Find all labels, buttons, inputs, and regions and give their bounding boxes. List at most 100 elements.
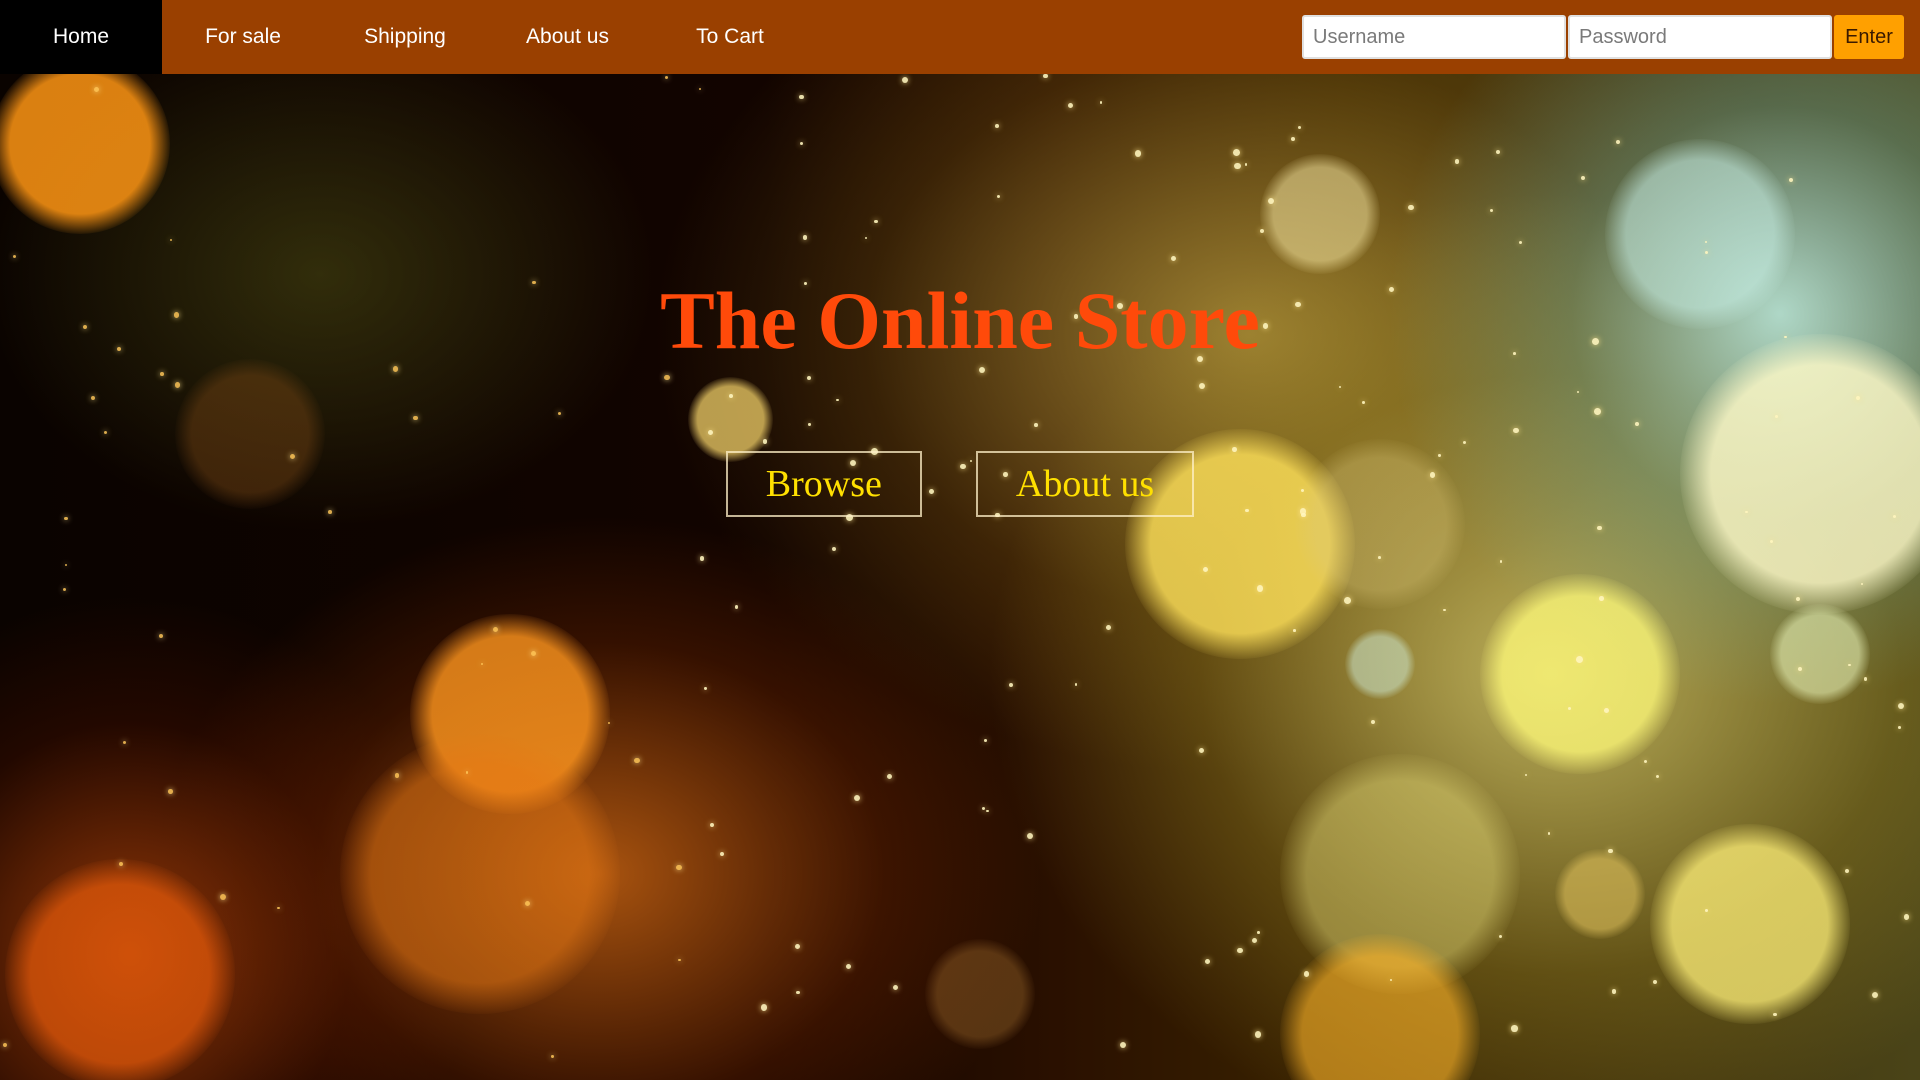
bokeh-sparkle [12, 254, 16, 259]
bokeh-sparkle [1043, 74, 1048, 79]
bokeh-sparkle [1244, 163, 1248, 166]
bokeh-sparkle [1511, 1025, 1518, 1032]
bokeh-sparkle [836, 398, 839, 402]
bokeh-sparkle [802, 235, 808, 240]
bokeh-sparkle [1361, 401, 1365, 404]
bokeh-sparkle [1252, 937, 1257, 943]
bokeh-sparkle [1389, 978, 1392, 981]
bokeh-sparkle [1789, 177, 1794, 182]
bokeh-sparkle [800, 141, 804, 145]
bokeh-sparkle [63, 588, 67, 592]
bokeh-sparkle [996, 194, 1001, 199]
bokeh-sparkle [277, 906, 280, 909]
bokeh-sparkle [806, 376, 811, 381]
page-title: The Online Store [660, 275, 1260, 366]
bokeh-sparkle [874, 219, 878, 224]
bokeh-bubble [1345, 629, 1415, 699]
bokeh-sparkle [1844, 868, 1849, 873]
bokeh-sparkle [466, 771, 469, 774]
nav-item-about-us[interactable]: About us [486, 0, 649, 74]
nav-item-for-sale[interactable]: For sale [162, 0, 324, 74]
bokeh-sparkle [1009, 683, 1014, 688]
nav-links: Home For sale Shipping About us To Cart [0, 0, 811, 74]
bokeh-sparkle [1034, 423, 1038, 427]
bokeh-sparkle [1643, 760, 1647, 764]
bokeh-sparkle [1256, 585, 1264, 592]
bokeh-sparkle [981, 806, 986, 811]
bokeh-sparkle [853, 795, 861, 802]
enter-button[interactable]: Enter [1834, 15, 1904, 59]
bokeh-sparkle [1524, 774, 1527, 777]
bokeh-sparkle [2, 1042, 8, 1048]
bokeh-sparkle [1134, 150, 1142, 157]
bokeh-sparkle [710, 822, 715, 827]
bokeh-sparkle [220, 894, 227, 901]
bokeh-sparkle [1371, 719, 1376, 724]
bokeh-sparkle [1567, 706, 1571, 711]
top-navbar: Home For sale Shipping About us To Cart … [0, 0, 1920, 74]
bokeh-sparkle [525, 900, 531, 906]
bokeh-sparkle [1344, 596, 1352, 604]
bokeh-sparkle [608, 721, 611, 724]
bokeh-bubble [1480, 574, 1680, 774]
bokeh-sparkle [122, 741, 126, 745]
bokeh-sparkle [413, 415, 418, 421]
bokeh-sparkle [1612, 989, 1617, 994]
bokeh-sparkle [845, 963, 851, 970]
bokeh-sparkle [1204, 959, 1210, 965]
bokeh-sparkle [1898, 726, 1902, 730]
bokeh-sparkle [1594, 408, 1601, 416]
about-us-button[interactable]: About us [975, 451, 1195, 517]
bokeh-sparkle [1293, 629, 1296, 632]
nav-item-home[interactable]: Home [0, 0, 162, 74]
bokeh-sparkle [174, 382, 181, 389]
bokeh-sparkle [994, 124, 999, 129]
bokeh-sparkle [64, 516, 68, 521]
bokeh-bubble [687, 376, 773, 462]
bokeh-sparkle [1897, 702, 1904, 709]
bokeh-sparkle [902, 76, 909, 84]
bokeh-sparkle [664, 374, 670, 381]
nav-item-shipping[interactable]: Shipping [324, 0, 486, 74]
bokeh-sparkle [1616, 140, 1621, 144]
bokeh-sparkle [1267, 197, 1274, 204]
bokeh-sparkle [1338, 385, 1341, 388]
bokeh-sparkle [1462, 440, 1467, 445]
bokeh-bubble [5, 859, 235, 1080]
username-input[interactable] [1302, 15, 1566, 59]
bokeh-sparkle [64, 563, 67, 566]
bokeh-sparkle [169, 238, 173, 242]
browse-button[interactable]: Browse [725, 451, 922, 517]
bokeh-sparkle [735, 605, 739, 609]
bokeh-sparkle [796, 990, 800, 995]
password-input[interactable] [1568, 15, 1832, 59]
bokeh-sparkle [168, 789, 173, 794]
bokeh-sparkle [551, 1055, 554, 1058]
bokeh-sparkle [1257, 931, 1260, 934]
bokeh-sparkle [394, 772, 400, 778]
hero-buttons: Browse About us [0, 451, 1920, 517]
bokeh-sparkle [1408, 204, 1414, 211]
bokeh-sparkle [1290, 137, 1295, 142]
bokeh-sparkle [1297, 125, 1302, 129]
bokeh-sparkle [1863, 677, 1868, 681]
bokeh-bubble [1260, 154, 1380, 274]
bokeh-sparkle [831, 547, 836, 552]
bokeh-sparkle [557, 411, 562, 416]
bokeh-sparkle [892, 985, 898, 991]
bokeh-sparkle [1519, 240, 1523, 244]
bokeh-sparkle [984, 739, 988, 743]
bokeh-sparkle [720, 852, 725, 857]
bokeh-sparkle [798, 94, 804, 100]
bokeh-sparkle [480, 663, 483, 666]
bokeh-bubble [340, 734, 620, 1014]
bokeh-sparkle [760, 1003, 768, 1011]
bokeh-sparkle [1106, 624, 1111, 630]
bokeh-sparkle [1871, 991, 1878, 998]
bokeh-sparkle [1233, 162, 1241, 170]
nav-item-to-cart[interactable]: To Cart [649, 0, 811, 74]
bokeh-sparkle [676, 864, 682, 871]
bokeh-sparkle [1303, 971, 1309, 977]
login-form: Enter [1302, 15, 1904, 59]
bokeh-bubble [0, 74, 170, 234]
